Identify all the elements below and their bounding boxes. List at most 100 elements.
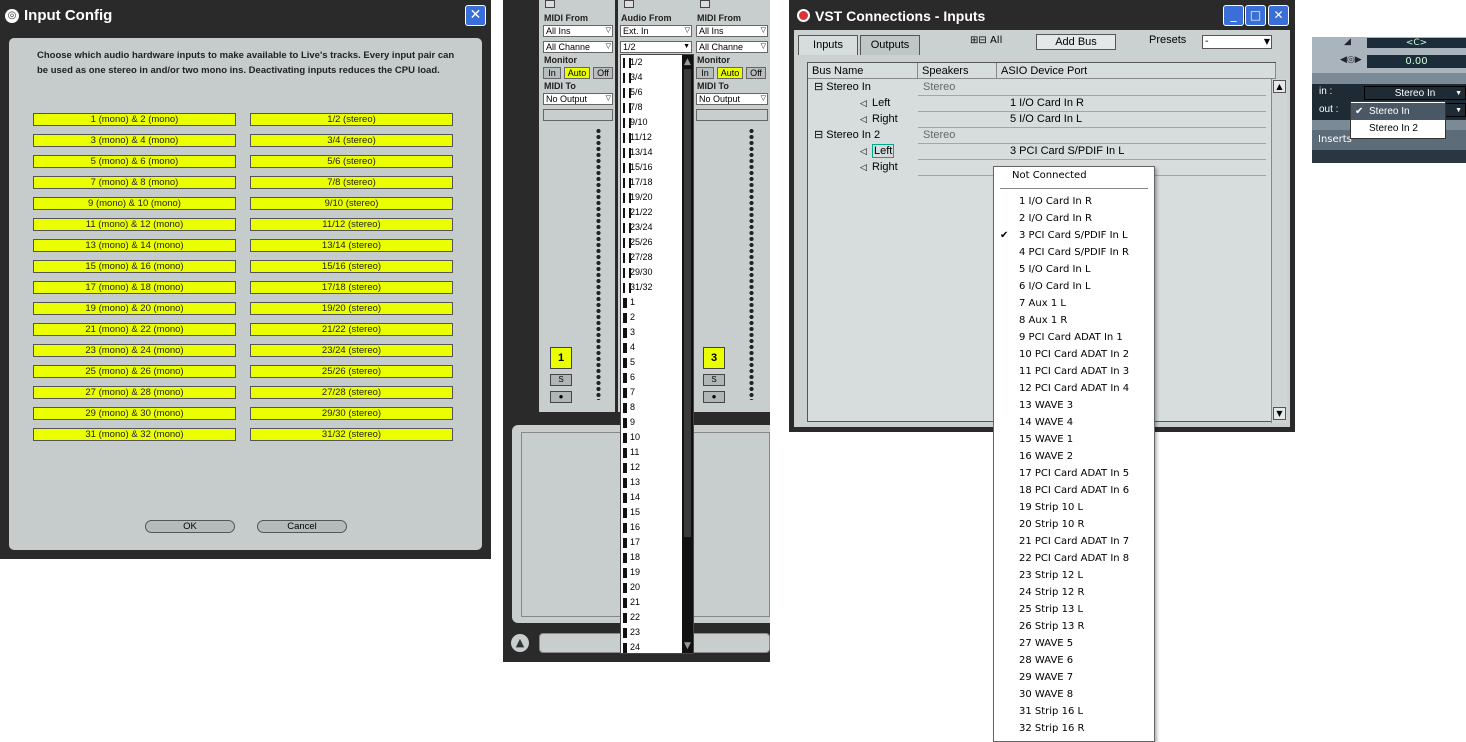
asio-port-cell[interactable]: 5 I/O Card In L	[1010, 111, 1082, 127]
mono-pair-button[interactable]: 19 (mono) & 20 (mono)	[33, 302, 236, 315]
arm-toggle[interactable]	[624, 0, 634, 8]
mono-pair-button[interactable]: 3 (mono) & 4 (mono)	[33, 134, 236, 147]
midi-to-select[interactable]: No Output ▽	[543, 93, 613, 105]
solo-button[interactable]: S	[703, 374, 725, 386]
channel-option-mono[interactable]: 5	[621, 355, 681, 370]
close-icon[interactable]: ✕	[1268, 5, 1289, 26]
bus-name[interactable]: ⊟ Stereo In	[814, 79, 871, 95]
channel-option-stereo[interactable]: 9/10	[621, 115, 681, 130]
stereo-pair-button[interactable]: 23/24 (stereo)	[250, 344, 453, 357]
channel-option-stereo[interactable]: 1/2	[621, 55, 681, 70]
channel-option-mono[interactable]: 2	[621, 310, 681, 325]
track-activator[interactable]: 3	[703, 347, 725, 369]
channel-option-mono[interactable]: 9	[621, 415, 681, 430]
channel-option-stereo[interactable]: 7/8	[621, 100, 681, 115]
monitor-in-button[interactable]: In	[543, 67, 561, 79]
close-icon[interactable]: ✕	[465, 5, 486, 26]
channel-name[interactable]: ◁ Left	[860, 95, 890, 111]
asio-port-option[interactable]: 20 Strip 10 R	[994, 516, 1154, 533]
asio-port-option[interactable]: 1 I/O Card In R	[994, 193, 1154, 210]
minimize-icon[interactable]: _	[1223, 5, 1244, 26]
tab-inputs[interactable]: Inputs	[798, 35, 858, 55]
asio-port-option[interactable]: 15 WAVE 1	[994, 431, 1154, 448]
scroll-down-icon[interactable]: ▼	[1273, 407, 1286, 420]
channel-option-stereo[interactable]: 19/20	[621, 190, 681, 205]
stereo-pair-button[interactable]: 5/6 (stereo)	[250, 155, 453, 168]
stereo-pair-button[interactable]: 9/10 (stereo)	[250, 197, 453, 210]
channel-option-stereo[interactable]: 23/24	[621, 220, 681, 235]
stereo-pair-button[interactable]: 7/8 (stereo)	[250, 176, 453, 189]
channel-option-mono[interactable]: 14	[621, 490, 681, 505]
cancel-button[interactable]: Cancel	[257, 520, 347, 533]
asio-port-option[interactable]: 14 WAVE 4	[994, 414, 1154, 431]
asio-port-option[interactable]: 10 PCI Card ADAT In 2	[994, 346, 1154, 363]
midi-to-channel[interactable]	[696, 109, 768, 121]
channel-option-stereo[interactable]: 31/32	[621, 280, 681, 295]
asio-port-option[interactable]: 32 Strip 16 R	[994, 720, 1154, 737]
asio-port-option[interactable]: 18 PCI Card ADAT In 6	[994, 482, 1154, 499]
channel-option-mono[interactable]: 21	[621, 595, 681, 610]
stereo-pair-button[interactable]: 29/30 (stereo)	[250, 407, 453, 420]
channel-option-stereo[interactable]: 3/4	[621, 70, 681, 85]
asio-port-option[interactable]: 7 Aux 1 L	[994, 295, 1154, 312]
stereo-pair-button[interactable]: 1/2 (stereo)	[250, 113, 453, 126]
channel-option-mono[interactable]: 16	[621, 520, 681, 535]
scroll-thumb[interactable]	[684, 69, 691, 537]
audio-from-select[interactable]: Ext. In ▽	[620, 25, 692, 37]
asio-port-cell[interactable]: 1 I/O Card In R	[1010, 95, 1084, 111]
presets-select[interactable]: - ▼	[1202, 35, 1272, 49]
stereo-pair-button[interactable]: 15/16 (stereo)	[250, 260, 453, 273]
column-bus-name[interactable]: Bus Name	[808, 63, 918, 79]
delay-value[interactable]: 0.00	[1367, 55, 1466, 68]
asio-port-cell[interactable]: 3 PCI Card S/PDIF In L	[1010, 143, 1124, 159]
menu-item-not-connected[interactable]: Not Connected	[994, 167, 1154, 184]
maximize-icon[interactable]: □	[1245, 5, 1266, 26]
asio-port-option[interactable]: 2 I/O Card In R	[994, 210, 1154, 227]
channel-option-stereo[interactable]: 13/14	[621, 145, 681, 160]
scroll-up-icon[interactable]: ▲	[1273, 80, 1286, 93]
dropdown-item-stereo-in-2[interactable]: Stereo In 2	[1351, 120, 1445, 137]
asio-port-option[interactable]: 31 Strip 16 L	[994, 703, 1154, 720]
arm-toggle[interactable]	[700, 0, 710, 8]
mono-pair-button[interactable]: 13 (mono) & 14 (mono)	[33, 239, 236, 252]
pan-value[interactable]: <C>	[1367, 38, 1466, 48]
asio-port-option[interactable]: 12 PCI Card ADAT In 4	[994, 380, 1154, 397]
monitor-off-button[interactable]: Off	[746, 67, 766, 79]
asio-port-option[interactable]: 28 WAVE 6	[994, 652, 1154, 669]
stereo-pair-button[interactable]: 13/14 (stereo)	[250, 239, 453, 252]
channel-option-mono[interactable]: 6	[621, 370, 681, 385]
channel-option-mono[interactable]: 11	[621, 445, 681, 460]
asio-port-option[interactable]: 25 Strip 13 L	[994, 601, 1154, 618]
asio-port-option[interactable]: 13 WAVE 3	[994, 397, 1154, 414]
asio-port-option[interactable]: 5 I/O Card In L	[994, 261, 1154, 278]
mono-pair-button[interactable]: 1 (mono) & 2 (mono)	[33, 113, 236, 126]
channel-option-mono[interactable]: 4	[621, 340, 681, 355]
channel-option-mono[interactable]: 8	[621, 400, 681, 415]
channel-option-mono[interactable]: 3	[621, 325, 681, 340]
channel-option-stereo[interactable]: 5/6	[621, 85, 681, 100]
channel-option-mono[interactable]: 17	[621, 535, 681, 550]
asio-port-option[interactable]: 6 I/O Card In L	[994, 278, 1154, 295]
asio-port-option[interactable]: 4 PCI Card S/PDIF In R	[994, 244, 1154, 261]
mono-pair-button[interactable]: 29 (mono) & 30 (mono)	[33, 407, 236, 420]
asio-port-option[interactable]: 27 WAVE 5	[994, 635, 1154, 652]
mono-pair-button[interactable]: 11 (mono) & 12 (mono)	[33, 218, 236, 231]
stereo-pair-button[interactable]: 21/22 (stereo)	[250, 323, 453, 336]
expand-collapse-all[interactable]: ⊞⊟ All	[970, 35, 1002, 46]
audio-channel-select[interactable]: 1/2 ▼	[620, 41, 692, 53]
stereo-pair-button[interactable]: 17/18 (stereo)	[250, 281, 453, 294]
expand-triangle-icon[interactable]: ▲	[511, 634, 529, 652]
mono-pair-button[interactable]: 27 (mono) & 28 (mono)	[33, 386, 236, 399]
channel-option-mono[interactable]: 18	[621, 550, 681, 565]
asio-port-option[interactable]: 29 WAVE 7	[994, 669, 1154, 686]
mono-pair-button[interactable]: 23 (mono) & 24 (mono)	[33, 344, 236, 357]
channel-option-stereo[interactable]: 11/12	[621, 130, 681, 145]
channel-option-stereo[interactable]: 15/16	[621, 160, 681, 175]
channel-option-mono[interactable]: 15	[621, 505, 681, 520]
stereo-pair-button[interactable]: 19/20 (stereo)	[250, 302, 453, 315]
asio-port-option[interactable]: 26 Strip 13 R	[994, 618, 1154, 635]
asio-port-option[interactable]: 24 Strip 12 R	[994, 584, 1154, 601]
channel-option-stereo[interactable]: 17/18	[621, 175, 681, 190]
mono-pair-button[interactable]: 5 (mono) & 6 (mono)	[33, 155, 236, 168]
collapse-icon[interactable]: ⊟	[814, 129, 826, 141]
